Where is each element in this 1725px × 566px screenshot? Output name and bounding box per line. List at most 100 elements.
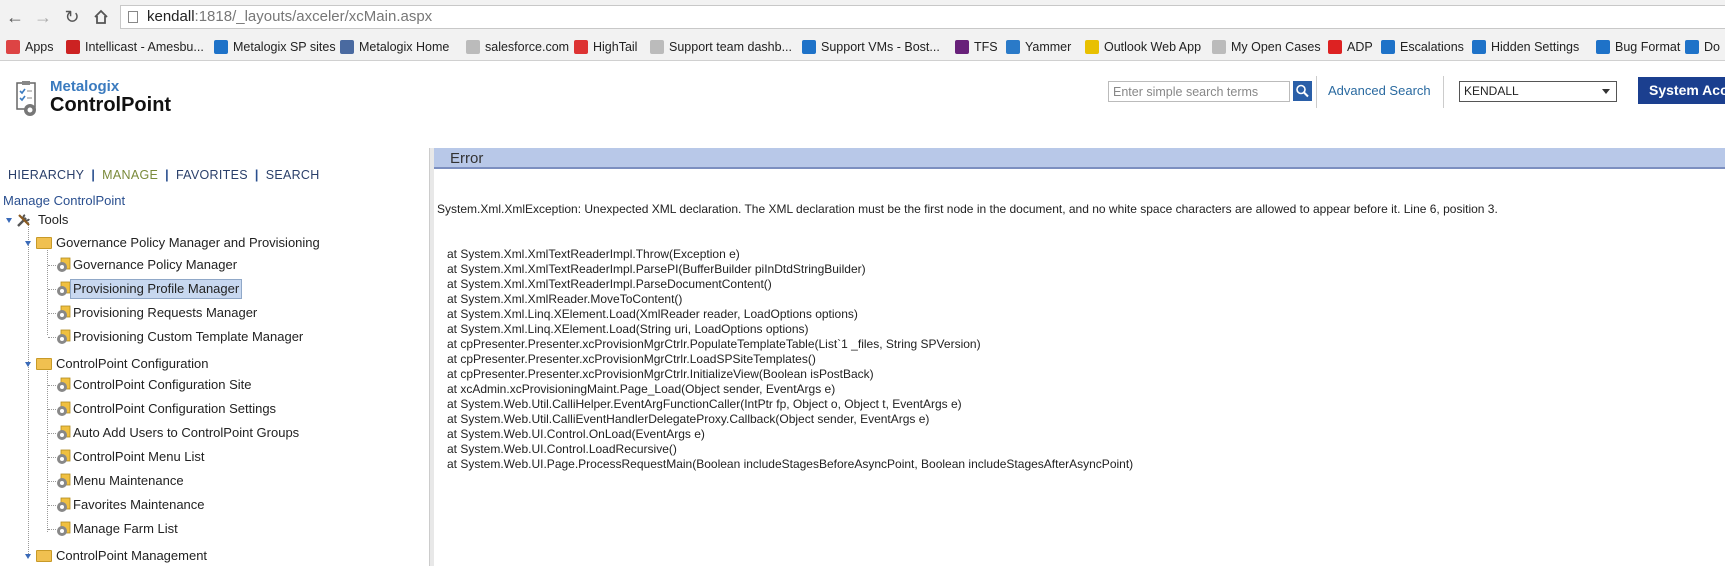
bookmark-item[interactable]: Apps xyxy=(6,38,54,56)
bookmark-item[interactable]: Metalogix Home xyxy=(340,38,449,56)
collapse-icon[interactable] xyxy=(24,239,32,247)
tree-label-selected: Provisioning Profile Manager xyxy=(70,279,243,299)
bookmark-label: Escalations xyxy=(1400,40,1464,54)
cloud-icon xyxy=(1212,40,1226,54)
bookmark-item[interactable]: salesforce.com xyxy=(466,38,569,56)
url-host: kendall xyxy=(147,8,195,25)
url-path: :1818/_layouts/axceler/xcMain.aspx xyxy=(194,8,433,25)
intellicast-icon xyxy=(66,40,80,54)
bookmark-item[interactable]: Support team dashb... xyxy=(650,38,792,56)
divider xyxy=(1316,76,1317,108)
tree-label: Favorites Maintenance xyxy=(73,497,205,512)
search-input[interactable] xyxy=(1108,81,1290,102)
farm-select[interactable]: KENDALL xyxy=(1459,81,1617,102)
tree-label: Auto Add Users to ControlPoint Groups xyxy=(73,425,300,440)
collapse-icon[interactable] xyxy=(24,552,32,560)
tree-label: ControlPoint Management xyxy=(56,548,208,563)
stack-trace-line: at xcAdmin.xcProvisioningMaint.Page_Load… xyxy=(447,382,836,396)
tree-label: ControlPoint Menu List xyxy=(73,449,205,464)
bookmark-item[interactable]: TFS xyxy=(955,38,998,56)
reload-icon[interactable]: ↻ xyxy=(61,6,83,28)
bookmark-label: TFS xyxy=(974,40,998,54)
nav-separator: | xyxy=(254,168,259,182)
bookmark-item[interactable]: My Open Cases xyxy=(1212,38,1321,56)
yammer-icon xyxy=(1006,40,1020,54)
tree-label: ControlPoint Configuration Settings xyxy=(73,401,277,416)
tree-label: Governance Policy Manager and Provisioni… xyxy=(56,235,320,250)
main-nav: HIERARCHY | MANAGE | FAVORITES | SEARCH xyxy=(8,168,320,182)
bookmark-label: HighTail xyxy=(593,40,638,54)
search-icon xyxy=(1296,84,1309,98)
outlook-icon xyxy=(1085,40,1099,54)
address-bar[interactable]: kendall:1818/_layouts/axceler/xcMain.asp… xyxy=(120,5,1725,29)
error-body: System.Xml.XmlException: Unexpected XML … xyxy=(437,172,1725,471)
stack-trace-line: at cpPresenter.Presenter.xcProvisionMgrC… xyxy=(447,367,874,381)
bookmark-label: Apps xyxy=(25,40,54,54)
browser-toolbar: ← → ↻ kendall:1818/_layouts/axceler/xcMa… xyxy=(0,0,1725,34)
tree-connector xyxy=(28,222,29,554)
home-icon[interactable] xyxy=(90,6,112,28)
stack-trace-line: at System.Web.UI.Control.OnLoad(EventArg… xyxy=(447,427,705,441)
gear-icon xyxy=(57,305,71,320)
bookmark-item[interactable]: HighTail xyxy=(574,38,637,56)
bookmark-item[interactable]: Yammer xyxy=(1006,38,1071,56)
bookmark-item[interactable]: Bug Format xyxy=(1596,38,1680,56)
bookmark-label: Hidden Settings xyxy=(1491,40,1580,54)
gear-icon xyxy=(57,401,71,416)
bookmark-item[interactable]: Hidden Settings xyxy=(1472,38,1579,56)
tree-connector xyxy=(47,364,48,532)
stack-trace: at System.Xml.XmlTextReaderImpl.Throw(Ex… xyxy=(437,247,1725,471)
gear-icon xyxy=(57,473,71,488)
collapse-icon[interactable] xyxy=(24,360,32,368)
cloud-icon xyxy=(650,40,664,54)
back-arrow-icon[interactable]: ← xyxy=(4,6,26,28)
nav-manage[interactable]: MANAGE xyxy=(102,168,158,182)
system-account-button[interactable]: System Acc xyxy=(1638,77,1725,104)
stack-trace-line: at System.Xml.Linq.XElement.Load(XmlRead… xyxy=(447,307,858,321)
stack-trace-line: at System.Xml.XmlReader.MoveToContent() xyxy=(447,292,683,306)
bookmark-item[interactable]: Metalogix SP sites xyxy=(214,38,336,56)
nav-search[interactable]: SEARCH xyxy=(266,168,320,182)
stack-trace-line: at cpPresenter.Presenter.xcProvisionMgrC… xyxy=(447,337,981,351)
tools-icon xyxy=(17,214,30,227)
tree-label: Menu Maintenance xyxy=(73,473,184,488)
bookmark-item[interactable]: ADP xyxy=(1328,38,1373,56)
chevron-down-icon xyxy=(1602,89,1610,94)
error-header: Error xyxy=(434,148,1725,169)
gear-icon xyxy=(57,449,71,464)
tree-label: Governance Policy Manager xyxy=(73,257,238,272)
manage-title[interactable]: Manage ControlPoint xyxy=(3,193,125,208)
bookmark-label: Metalogix SP sites xyxy=(233,40,336,54)
gear-icon xyxy=(57,329,71,344)
gear-icon xyxy=(57,281,71,296)
advanced-search-link[interactable]: Advanced Search xyxy=(1328,83,1431,98)
sharepoint-icon xyxy=(1472,40,1486,54)
nav-favorites[interactable]: FAVORITES xyxy=(176,168,248,182)
bookmark-label: Bug Format xyxy=(1615,40,1681,54)
bookmark-item[interactable]: Intellicast - Amesbu... xyxy=(66,38,204,56)
checklist-logo-icon xyxy=(16,81,36,116)
bookmark-item[interactable]: Escalations xyxy=(1381,38,1464,56)
folder-icon xyxy=(36,358,52,370)
sharepoint-icon xyxy=(1381,40,1395,54)
stack-trace-line: at System.Xml.Linq.XElement.Load(String … xyxy=(447,322,809,336)
tree-label: ControlPoint Configuration xyxy=(56,356,209,371)
stack-trace-line: at cpPresenter.Presenter.xcProvisionMgrC… xyxy=(447,352,816,366)
nav-hierarchy[interactable]: HIERARCHY xyxy=(8,168,84,182)
bookmark-item[interactable]: Outlook Web App xyxy=(1085,38,1201,56)
gear-icon xyxy=(57,425,71,440)
stack-trace-line: at System.Xml.XmlTextReaderImpl.Throw(Ex… xyxy=(447,247,740,261)
bookmark-item[interactable]: Do xyxy=(1685,38,1720,56)
pane-splitter[interactable] xyxy=(429,148,434,566)
search-button[interactable] xyxy=(1293,81,1312,101)
cloud-icon xyxy=(466,40,480,54)
collapse-icon[interactable] xyxy=(5,216,13,224)
forward-arrow-icon[interactable]: → xyxy=(32,6,54,28)
bookmark-label: Support team dashb... xyxy=(669,40,792,54)
bookmark-item[interactable]: Support VMs - Bost... xyxy=(802,38,940,56)
bookmark-label: Metalogix Home xyxy=(359,40,450,54)
stack-trace-line: at System.Web.Util.CalliHelper.EventArgF… xyxy=(447,397,962,411)
visual-studio-icon xyxy=(955,40,969,54)
stack-trace-line: at System.Web.UI.Control.LoadRecursive() xyxy=(447,442,677,456)
stack-trace-line: at System.Web.UI.Page.ProcessRequestMain… xyxy=(447,457,1134,471)
